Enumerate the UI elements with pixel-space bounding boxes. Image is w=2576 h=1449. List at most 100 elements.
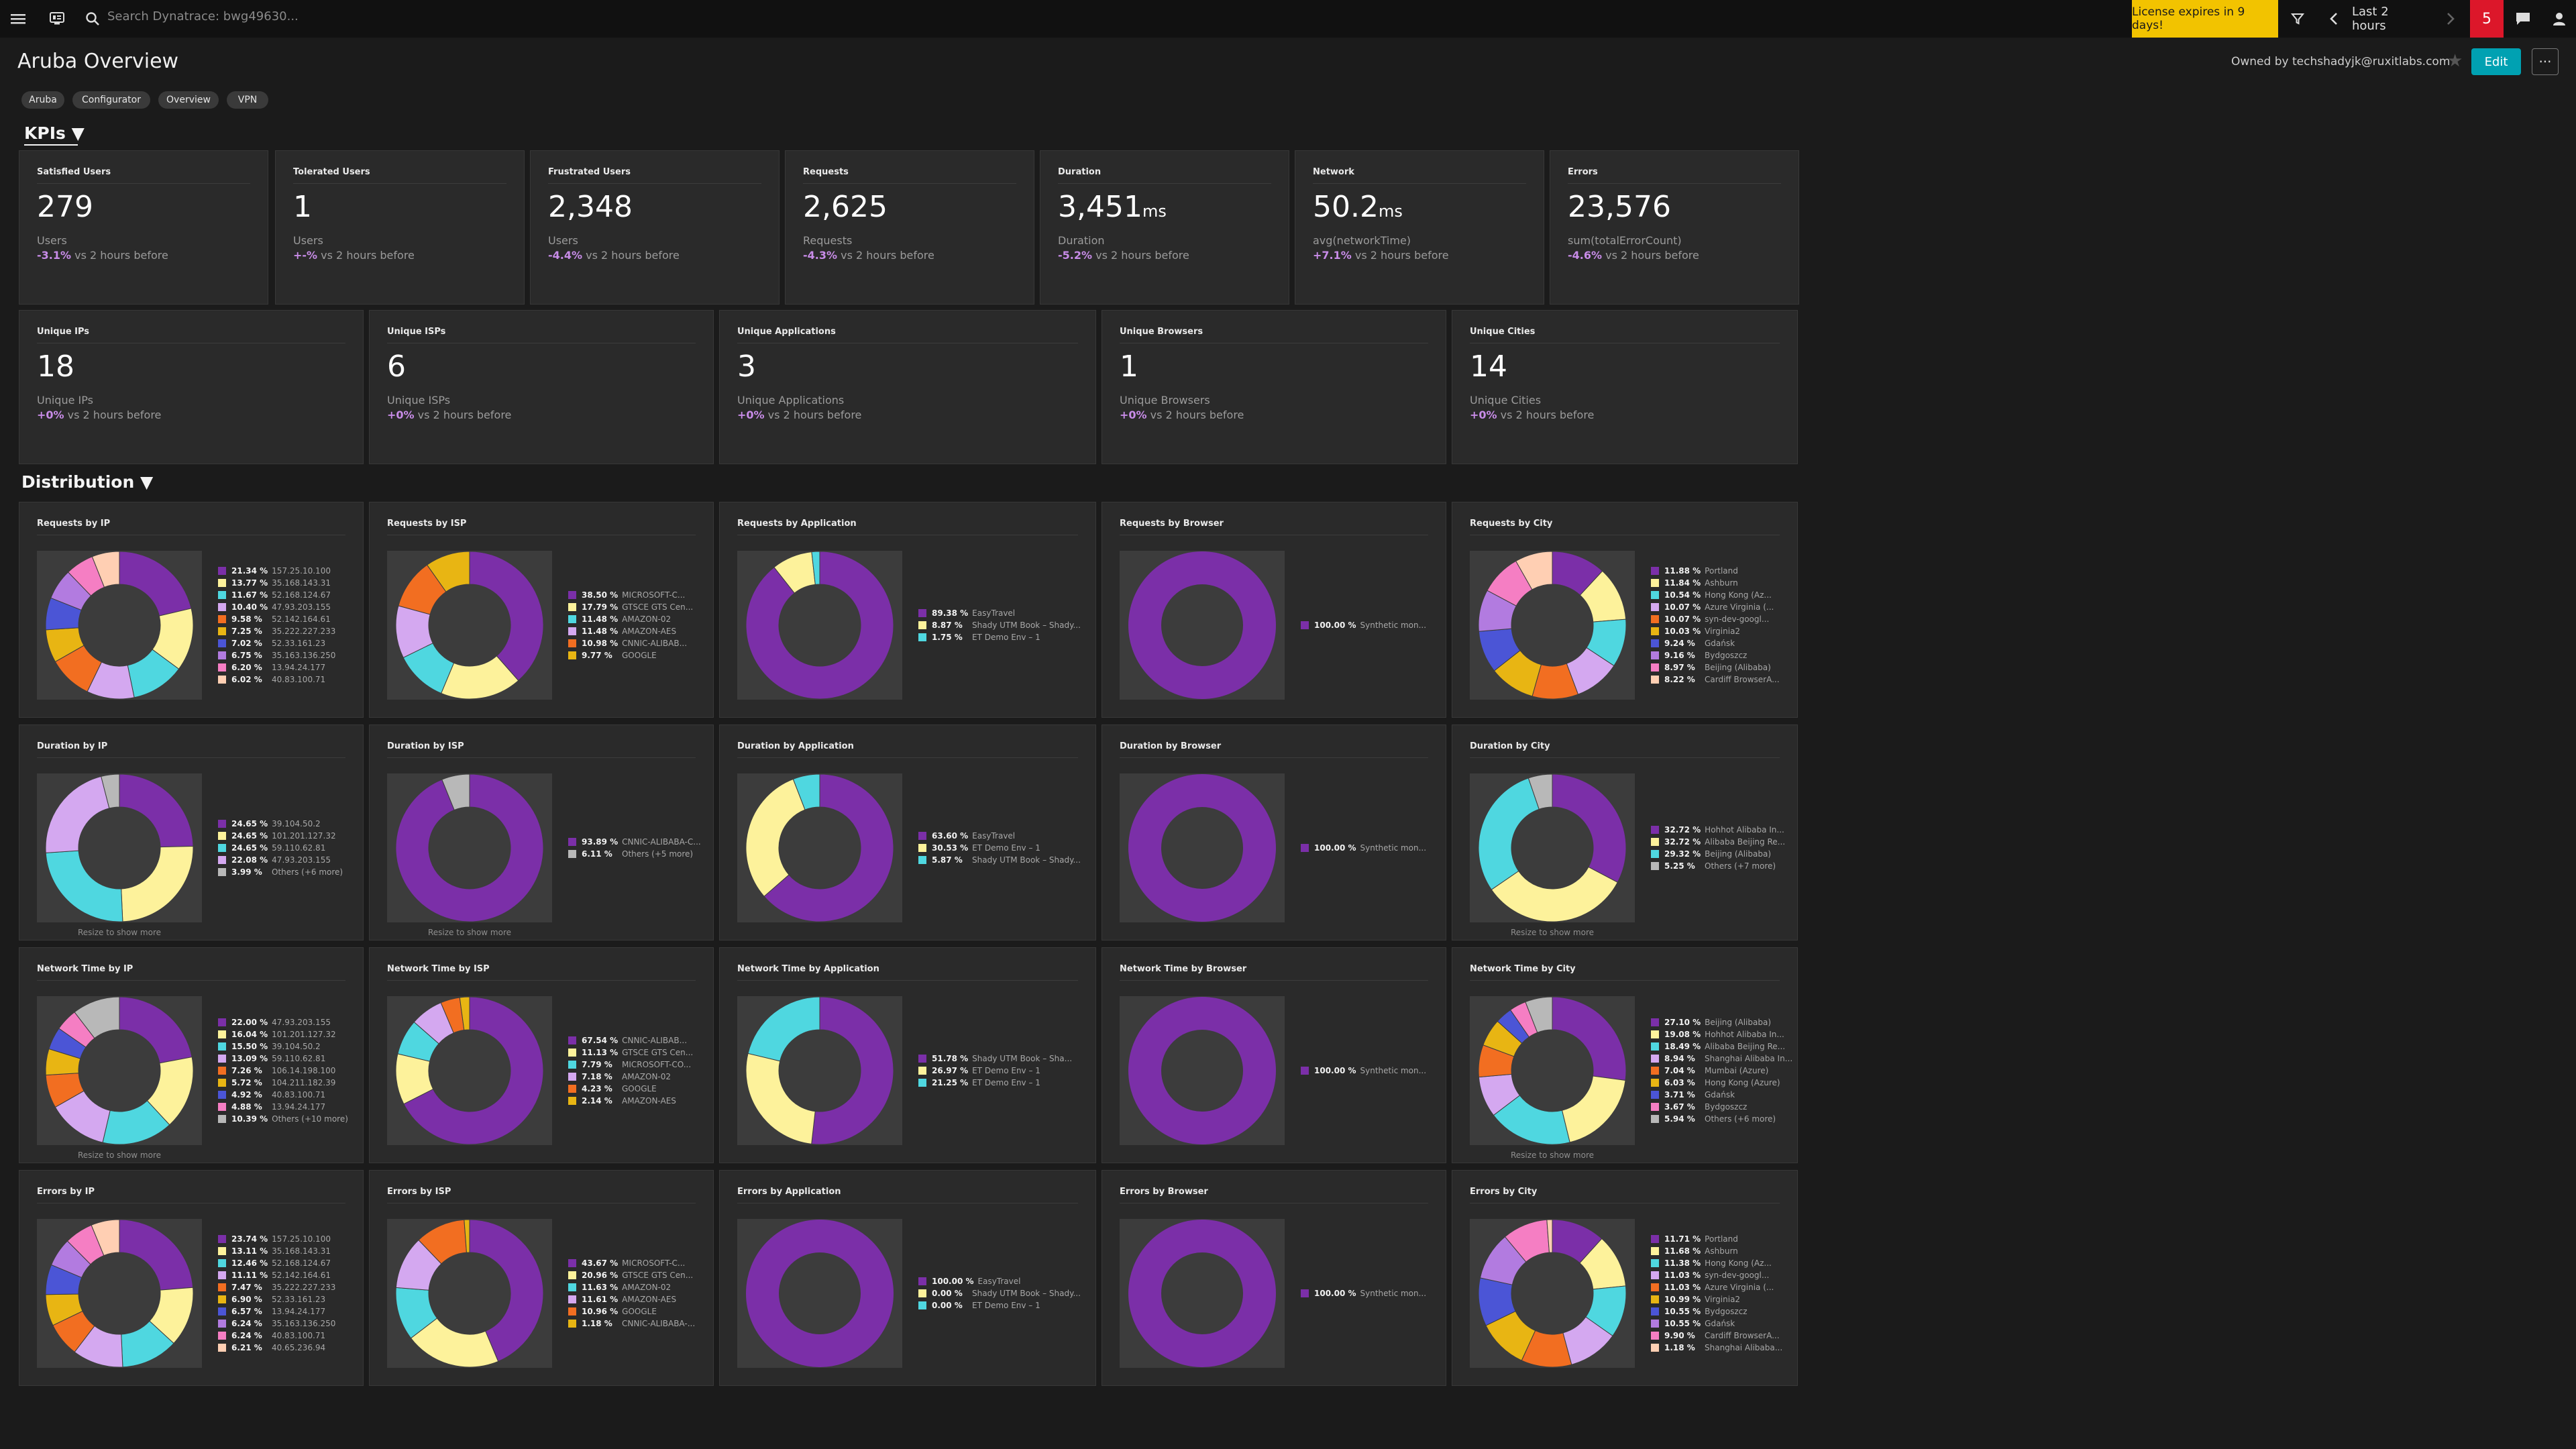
chevron-right-icon[interactable] <box>2435 0 2466 38</box>
kpis-section-header[interactable]: KPIs ▼ <box>24 123 85 143</box>
donut-slice-0[interactable] <box>119 773 194 848</box>
legend-item[interactable]: 21.25 % ET Demo Env – 1 <box>918 1077 1040 1089</box>
legend-item[interactable]: 30.53 % ET Demo Env – 1 <box>918 842 1040 854</box>
legend-item[interactable]: 10.55 % Bydgoszcz <box>1651 1305 1748 1318</box>
legend-item[interactable]: 100.00 % Synthetic mon... <box>1301 1065 1426 1077</box>
legend-item[interactable]: 6.03 % Hong Kong (Azure) <box>1651 1077 1780 1089</box>
donut-slice-0[interactable] <box>1128 774 1276 922</box>
legend-item[interactable]: 1.18 % Shanghai Alibaba... <box>1651 1342 1782 1354</box>
donut-slice-0[interactable] <box>119 1219 194 1291</box>
notification-badge[interactable]: 5 <box>2470 0 2504 38</box>
legend-item[interactable]: 8.94 % Shanghai Alibaba In... <box>1651 1053 1792 1065</box>
legend-item[interactable]: 7.18 % AMAZON-02 <box>568 1071 671 1083</box>
legend-item[interactable]: 10.03 % Virginia2 <box>1651 625 1740 637</box>
legend-item[interactable]: 32.72 % Hohhot Alibaba In... <box>1651 824 1784 836</box>
legend-item[interactable]: 13.09 % 59.110.62.81 <box>218 1053 325 1065</box>
legend-item[interactable]: 8.22 % Cardiff BrowserA... <box>1651 674 1780 686</box>
legend-item[interactable]: 10.39 % Others (+10 more) <box>218 1113 348 1125</box>
chart-tile-requests-by-browser[interactable]: Requests by Browser 100.00 % Synthetic mon… <box>1102 502 1446 718</box>
dashboard-icon[interactable] <box>40 0 74 38</box>
kpi-tile-requests[interactable]: Requests 2,625 Requests -4.3% vs 2 hours be… <box>785 150 1034 305</box>
legend-item[interactable]: 26.97 % ET Demo Env – 1 <box>918 1065 1040 1077</box>
edit-button[interactable]: Edit <box>2471 48 2521 75</box>
chart-tile-errors-by-application[interactable]: Errors by Application 100.00 % EasyTravel 0… <box>719 1170 1096 1386</box>
legend-item[interactable]: 21.34 % 157.25.10.100 <box>218 565 331 577</box>
legend-item[interactable]: 11.88 % Portland <box>1651 565 1738 577</box>
chart-tile-requests-by-application[interactable]: Requests by Application 89.38 % EasyTravel… <box>719 502 1096 718</box>
legend-item[interactable]: 10.55 % Gdańsk <box>1651 1318 1735 1330</box>
donut-slice-0[interactable] <box>119 996 193 1064</box>
donut-slice-0[interactable] <box>746 1220 894 1367</box>
kpi-tile-unique-ips[interactable]: Unique IPs 18 Unique IPs +0% vs 2 hours bef… <box>19 310 364 464</box>
chart-tile-network-time-by-city[interactable]: Network Time by City 27.10 % Beijing (Alib… <box>1452 947 1798 1163</box>
legend-item[interactable]: 11.68 % Ashburn <box>1651 1245 1738 1257</box>
legend-item[interactable]: 9.90 % Cardiff BrowserA... <box>1651 1330 1780 1342</box>
kpi-tile-tolerated-users[interactable]: Tolerated Users 1 Users +-% vs 2 hours befo… <box>275 150 525 305</box>
legend-item[interactable]: 12.46 % 52.168.124.67 <box>218 1257 331 1269</box>
legend-item[interactable]: 24.65 % 101.201.127.32 <box>218 830 336 842</box>
chart-tile-network-time-by-application[interactable]: Network Time by Application 51.78 % Shady … <box>719 947 1096 1163</box>
donut-slice-1[interactable] <box>121 846 194 922</box>
chart-tile-network-time-by-isp[interactable]: Network Time by ISP 67.54 % CNNIC-ALIBAB..… <box>369 947 714 1163</box>
legend-item[interactable]: 5.72 % 104.211.182.39 <box>218 1077 335 1089</box>
chart-tile-duration-by-ip[interactable]: Duration by IP 24.65 % 39.104.50.2 24.65 % 1… <box>19 724 364 941</box>
chat-icon[interactable] <box>2506 0 2540 38</box>
chart-tile-requests-by-city[interactable]: Requests by City 11.88 % Portland 11.84 % As… <box>1452 502 1798 718</box>
kpi-tile-unique-isps[interactable]: Unique ISPs 6 Unique ISPs +0% vs 2 hours be… <box>369 310 714 464</box>
legend-item[interactable]: 5.25 % Others (+7 more) <box>1651 860 1776 872</box>
donut-slice-2[interactable] <box>45 850 123 922</box>
donut-slice-1[interactable] <box>745 1053 816 1144</box>
legend-item[interactable]: 11.11 % 52.142.164.61 <box>218 1269 331 1281</box>
legend-item[interactable]: 17.79 % GTSCE GTS Cen... <box>568 601 693 613</box>
legend-item[interactable]: 9.58 % 52.142.164.61 <box>218 613 331 625</box>
legend-item[interactable]: 6.57 % 13.94.24.177 <box>218 1305 325 1318</box>
legend-item[interactable]: 7.79 % MICROSOFT-CO... <box>568 1059 691 1071</box>
legend-item[interactable]: 24.65 % 59.110.62.81 <box>218 842 325 854</box>
legend-item[interactable]: 1.75 % ET Demo Env – 1 <box>918 631 1040 643</box>
kpi-tile-frustrated-users[interactable]: Frustrated Users 2,348 Users -4.4% vs 2 hou… <box>530 150 780 305</box>
chart-tile-errors-by-browser[interactable]: Errors by Browser 100.00 % Synthetic mon..… <box>1102 1170 1446 1386</box>
legend-item[interactable]: 11.48 % AMAZON-AES <box>568 625 676 637</box>
donut-slice-0[interactable] <box>1128 997 1276 1144</box>
legend-item[interactable]: 16.04 % 101.201.127.32 <box>218 1028 336 1040</box>
chart-tile-duration-by-city[interactable]: Duration by City 32.72 % Hohhot Alibaba In… <box>1452 724 1798 941</box>
legend-item[interactable]: 89.38 % EasyTravel <box>918 607 1015 619</box>
legend-item[interactable]: 67.54 % CNNIC-ALIBAB... <box>568 1034 687 1046</box>
kpi-tile-unique-applications[interactable]: Unique Applications 3 Unique Applications +… <box>719 310 1096 464</box>
legend-item[interactable]: 1.18 % CNNIC-ALIBABA-... <box>568 1318 695 1330</box>
legend-item[interactable]: 6.02 % 40.83.100.71 <box>218 674 325 686</box>
chart-tile-errors-by-city[interactable]: Errors by City 11.71 % Portland 11.68 % Ashb… <box>1452 1170 1798 1386</box>
donut-slice-1[interactable] <box>1561 1075 1626 1143</box>
legend-item[interactable]: 4.88 % 13.94.24.177 <box>218 1101 325 1113</box>
legend-item[interactable]: 0.00 % Shady UTM Book – Shady... <box>918 1287 1081 1299</box>
legend-item[interactable]: 11.48 % AMAZON-02 <box>568 613 671 625</box>
legend-item[interactable]: 8.97 % Beijing (Alibaba) <box>1651 661 1771 674</box>
legend-item[interactable]: 6.24 % 35.163.136.250 <box>218 1318 335 1330</box>
legend-item[interactable]: 6.75 % 35.163.136.250 <box>218 649 335 661</box>
license-warning[interactable]: License expires in 9 days! <box>2132 0 2278 38</box>
legend-item[interactable]: 3.67 % Bydgoszcz <box>1651 1101 1747 1113</box>
legend-item[interactable]: 27.10 % Beijing (Alibaba) <box>1651 1016 1771 1028</box>
legend-item[interactable]: 100.00 % Synthetic mon... <box>1301 619 1426 631</box>
legend-item[interactable]: 7.02 % 52.33.161.23 <box>218 637 325 649</box>
legend-item[interactable]: 6.21 % 40.65.236.94 <box>218 1342 325 1354</box>
legend-item[interactable]: 10.07 % Azure Virginia (... <box>1651 601 1774 613</box>
legend-item[interactable]: 2.14 % AMAZON-AES <box>568 1095 676 1107</box>
legend-item[interactable]: 93.89 % CNNIC-ALIBABA-C... <box>568 836 701 848</box>
chevron-left-icon[interactable] <box>2318 0 2349 38</box>
kpi-tile-satisfied-users[interactable]: Satisfied Users 279 Users -3.1% vs 2 hours … <box>19 150 268 305</box>
donut-slice-0[interactable] <box>1128 551 1276 699</box>
chart-tile-duration-by-application[interactable]: Duration by Application 63.60 % EasyTravel… <box>719 724 1096 941</box>
legend-item[interactable]: 7.47 % 35.222.227.233 <box>218 1281 335 1293</box>
legend-item[interactable]: 23.74 % 157.25.10.100 <box>218 1233 331 1245</box>
chart-tile-errors-by-isp[interactable]: Errors by ISP 43.67 % MICROSOFT-C... 20.96 … <box>369 1170 714 1386</box>
legend-item[interactable]: 38.50 % MICROSOFT-C... <box>568 589 685 601</box>
filter-tag-vpn[interactable]: VPN <box>227 91 268 109</box>
donut-slice-0[interactable] <box>119 551 192 616</box>
search-input[interactable]: Search Dynatrace: bwg49630... <box>107 9 299 23</box>
star-icon[interactable]: ★ <box>2447 51 2463 71</box>
legend-item[interactable]: 11.03 % Azure Virginia (... <box>1651 1281 1774 1293</box>
legend-item[interactable]: 100.00 % Synthetic mon... <box>1301 1287 1426 1299</box>
legend-item[interactable]: 24.65 % 39.104.50.2 <box>218 818 321 830</box>
legend-item[interactable]: 0.00 % ET Demo Env – 1 <box>918 1299 1040 1311</box>
